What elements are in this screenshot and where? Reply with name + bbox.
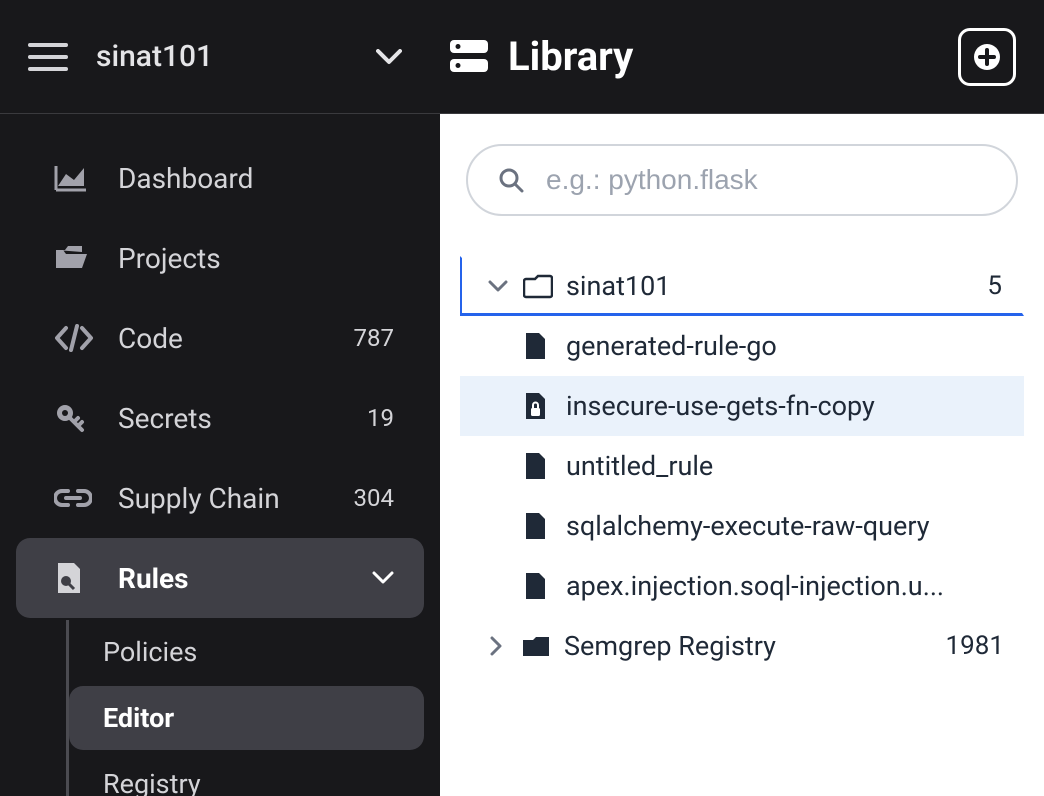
nav-label: Dashboard: [118, 162, 394, 195]
tree-file-name: sqlalchemy-execute-raw-query: [560, 510, 1004, 542]
code-icon: [54, 324, 98, 352]
tree-file-name: generated-rule-go: [560, 330, 1004, 362]
chevron-right-icon: [478, 636, 514, 656]
search-input[interactable]: [546, 164, 986, 196]
sidebar-item-dashboard[interactable]: Dashboard: [16, 138, 424, 218]
tree-folder-registry[interactable]: Semgrep Registry 1981: [460, 616, 1024, 676]
page-title: Library: [508, 33, 958, 80]
nav-count: 19: [367, 404, 394, 432]
sidebar-item-projects[interactable]: Projects: [16, 218, 424, 298]
search-icon: [498, 167, 524, 193]
nav-count: 787: [354, 324, 394, 352]
rules-icon: [54, 561, 98, 595]
chevron-down-icon[interactable]: [376, 49, 402, 65]
nav-label: Supply Chain: [118, 482, 354, 515]
nav-count: 304: [354, 484, 394, 512]
tree-folder-name: sinat101: [560, 270, 987, 302]
folder-open-icon: [54, 244, 98, 272]
folder-icon: [516, 273, 560, 299]
rules-subnav: Policies Editor Registry: [66, 620, 440, 796]
folder-icon: [514, 633, 558, 659]
file-icon: [510, 451, 560, 481]
add-button[interactable]: [958, 28, 1016, 86]
nav-label: Code: [118, 322, 354, 355]
hamburger-menu-icon[interactable]: [28, 37, 68, 77]
nav-label: Projects: [118, 242, 394, 275]
tree-file[interactable]: insecure-use-gets-fn-copy: [460, 376, 1024, 436]
nav-label: Secrets: [118, 402, 367, 435]
tree-file[interactable]: apex.injection.soql-injection.u...: [460, 556, 1024, 616]
tree-file-name: insecure-use-gets-fn-copy: [560, 390, 1004, 422]
sidebar-item-rules[interactable]: Rules: [16, 538, 424, 618]
file-icon: [510, 511, 560, 541]
key-icon: [54, 402, 98, 434]
file-icon: [510, 571, 560, 601]
chevron-down-icon: [372, 571, 394, 585]
topbar-left: sinat101: [0, 37, 440, 77]
topbar: sinat101 Library: [0, 0, 1044, 114]
topbar-right: Library: [440, 28, 1044, 86]
nav-label: Rules: [118, 562, 372, 595]
workspace-selector[interactable]: sinat101: [96, 39, 376, 74]
rule-tree: sinat101 5 generated-rule-go insecure-us…: [460, 256, 1024, 676]
dashboard-icon: [54, 164, 98, 192]
plus-icon: [973, 43, 1001, 71]
search-box[interactable]: [466, 144, 1018, 216]
tree-file[interactable]: generated-rule-go: [460, 316, 1024, 376]
tree-folder-count: 5: [987, 271, 1002, 301]
sidebar-item-supply-chain[interactable]: Supply Chain 304: [16, 458, 424, 538]
chevron-down-icon: [480, 279, 516, 293]
file-lock-icon: [510, 391, 560, 421]
link-icon: [54, 487, 98, 509]
sidebar-item-code[interactable]: Code 787: [16, 298, 424, 378]
tree-folder-count: 1981: [946, 631, 1004, 661]
tree-file-name: untitled_rule: [560, 450, 1004, 482]
library-icon: [450, 40, 488, 74]
subnav-item-editor[interactable]: Editor: [69, 686, 424, 750]
library-panel: sinat101 5 generated-rule-go insecure-us…: [440, 114, 1044, 796]
tree-folder-name: Semgrep Registry: [558, 630, 946, 662]
tree-file[interactable]: untitled_rule: [460, 436, 1024, 496]
subnav-item-registry[interactable]: Registry: [69, 752, 424, 796]
tree-file-name: apex.injection.soql-injection.u...: [560, 570, 1004, 602]
tree-folder-workspace[interactable]: sinat101 5: [460, 256, 1024, 316]
tree-file[interactable]: sqlalchemy-execute-raw-query: [460, 496, 1024, 556]
sidebar: Dashboard Projects Code 787 Secrets 19: [0, 114, 440, 796]
sidebar-item-secrets[interactable]: Secrets 19: [16, 378, 424, 458]
subnav-item-policies[interactable]: Policies: [69, 620, 424, 684]
main: Dashboard Projects Code 787 Secrets 19: [0, 114, 1044, 796]
file-icon: [510, 331, 560, 361]
